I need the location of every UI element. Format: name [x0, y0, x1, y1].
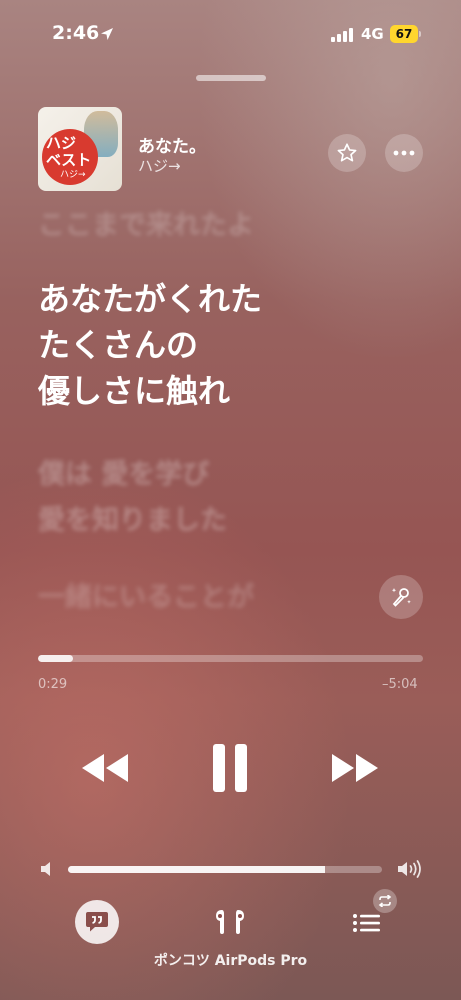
pause-button[interactable]: [208, 742, 252, 794]
remaining-time: –5:04: [382, 677, 418, 692]
more-options-button[interactable]: [385, 134, 423, 172]
playback-progress-fill: [38, 655, 73, 662]
star-icon: [337, 143, 357, 162]
lyric-line-previous[interactable]: ここまで来れたよ: [38, 203, 254, 242]
lyric-current-line-1: あなたがくれた: [38, 280, 263, 318]
song-title: あなた。: [138, 137, 206, 157]
lyric-line-upcoming[interactable]: 一緒にいることが: [38, 575, 254, 614]
location-arrow-icon: [101, 28, 113, 40]
lyrics-button[interactable]: [75, 900, 119, 944]
lyric-next-line-1: 僕は 愛を学び: [38, 459, 210, 490]
artwork-subtitle: ハジ→: [60, 170, 86, 180]
microphone-sparkle-icon: [391, 588, 411, 607]
lyric-current-line-2: たくさんの: [38, 326, 199, 364]
quote-bubble-icon: [86, 912, 108, 932]
volume-low-icon: [41, 862, 50, 876]
battery-icon: 67: [390, 25, 422, 43]
status-time: 2:46: [52, 22, 100, 44]
fast-forward-button[interactable]: [330, 748, 380, 788]
playback-scrubber[interactable]: [38, 655, 423, 662]
cellular-signal-icon: [331, 28, 353, 42]
lyric-next-line-2: 愛を知りました: [38, 505, 227, 536]
sheet-grabber[interactable]: [196, 75, 266, 81]
repeat-button[interactable]: [373, 889, 397, 913]
volume-high-icon: [398, 860, 421, 878]
output-device-label[interactable]: ポンコツ AirPods Pro: [0, 950, 461, 970]
sing-button[interactable]: [379, 575, 423, 619]
airpods-pro-icon[interactable]: [210, 906, 250, 938]
volume-fill: [68, 866, 326, 873]
lyric-current-line-3: 優しさに触れ: [38, 372, 231, 410]
lyric-current[interactable]: あなたがくれた たくさんの 優しさに触れ: [38, 276, 262, 414]
ellipsis-icon: [393, 150, 415, 156]
rewind-button[interactable]: [80, 748, 130, 788]
volume-slider[interactable]: [68, 866, 382, 873]
network-type: 4G: [361, 25, 384, 43]
repeat-icon: [378, 895, 392, 907]
battery-level: 67: [390, 25, 418, 43]
artwork-title: ハジ ベスト: [46, 134, 92, 169]
elapsed-time: 0:29: [38, 677, 68, 692]
artist-link[interactable]: ハジ→: [138, 155, 181, 176]
album-artwork[interactable]: ハジ ベスト ハジ→: [38, 107, 122, 191]
favorite-button[interactable]: [328, 134, 366, 172]
lyric-next[interactable]: 僕は 愛を学び 愛を知りました: [38, 452, 227, 544]
